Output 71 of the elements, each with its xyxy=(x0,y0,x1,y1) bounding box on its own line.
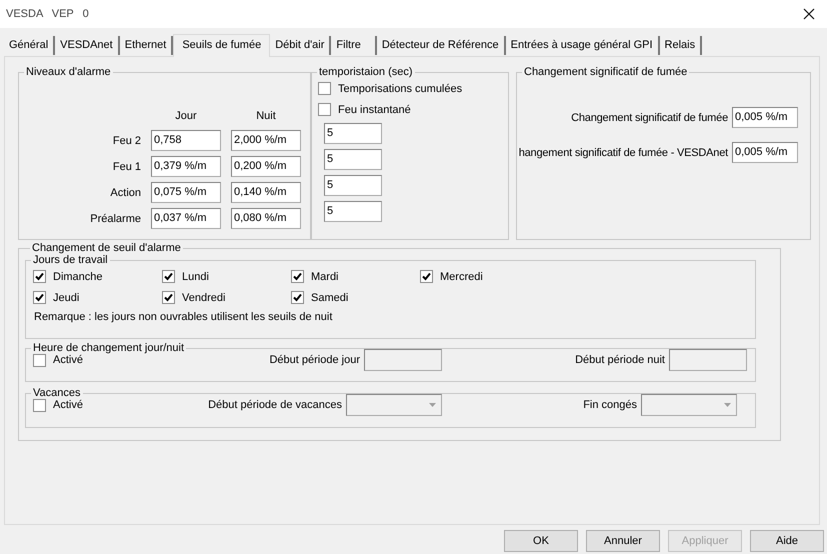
checkbox[interactable] xyxy=(291,291,304,304)
checkbox[interactable] xyxy=(291,270,304,283)
input-field[interactable]: 5 xyxy=(324,175,382,196)
checkbox[interactable] xyxy=(318,82,331,95)
group-title: Vacances xyxy=(32,387,82,399)
field-label: Feu 1 xyxy=(112,160,141,172)
input-field[interactable]: 0,037 %/m xyxy=(151,208,221,229)
checkbox-label: Activé xyxy=(53,354,83,366)
dialog-button[interactable]: OK xyxy=(504,530,578,552)
input-field[interactable]: 0,140 %/m xyxy=(231,182,301,203)
checkbox-label: Vendredi xyxy=(182,292,226,304)
tab[interactable]: Relais xyxy=(660,36,702,55)
group-title: Heure de changement jour/nuit xyxy=(32,342,186,354)
field-label: Début période de vacances xyxy=(208,399,342,411)
window-title: VESDA VEP 0 xyxy=(6,8,89,20)
checkbox-label: Temporisations cumulées xyxy=(338,82,462,94)
field-label: Début période nuit xyxy=(575,354,665,366)
field-label: Action xyxy=(109,186,141,198)
checkbox-label: Mardi xyxy=(311,270,339,282)
checkbox[interactable] xyxy=(162,291,175,304)
input-field[interactable]: 2,000 %/m xyxy=(231,130,301,151)
field-label: Préalarme xyxy=(89,212,141,224)
checkbox[interactable] xyxy=(420,270,433,283)
checkbox[interactable] xyxy=(33,270,46,283)
input-field[interactable]: 0,005 %/m xyxy=(732,107,798,128)
input-field[interactable]: 5 xyxy=(324,149,382,170)
checkbox[interactable] xyxy=(162,270,175,283)
group-title: temporistaion (sec) xyxy=(318,66,414,78)
group-title: Jours de travail xyxy=(32,254,109,266)
dialog-button[interactable]: Aide xyxy=(750,530,824,552)
field-label: Fin congés xyxy=(583,399,637,411)
input-field[interactable]: 0,005 %/m xyxy=(732,142,798,163)
checkbox-label: Feu instantané xyxy=(338,104,411,116)
group-title: Niveaux d'alarme xyxy=(25,66,112,78)
input-field[interactable]: 5 xyxy=(324,201,382,222)
checkbox-label: Dimanche xyxy=(53,270,103,282)
field-label: Feu 2 xyxy=(112,134,141,146)
input-field[interactable]: 0,200 %/m xyxy=(231,156,301,177)
checkbox-label: Samedi xyxy=(311,292,348,304)
input-field[interactable]: 0,379 %/m xyxy=(151,156,221,177)
checkbox-label: Mercredi xyxy=(440,270,483,282)
tab[interactable]: VESDAnet xyxy=(55,36,120,55)
tab[interactable]: Détecteur de Référence xyxy=(376,36,506,55)
group-title: Changement significatif de fumée xyxy=(523,66,688,78)
checkbox-label: Jeudi xyxy=(53,292,80,304)
tab[interactable]: Filtre xyxy=(331,36,377,55)
checkbox-label: Lundi xyxy=(182,270,209,282)
close-icon[interactable] xyxy=(803,8,815,20)
tab[interactable]: Seuils de fumée xyxy=(173,34,270,57)
checkbox-label: Activé xyxy=(53,399,83,411)
input-field[interactable]: 0,080 %/m xyxy=(231,208,301,229)
tab[interactable]: Entrées à usage général GPI xyxy=(506,36,660,55)
note-text: Remarque : les jours non ouvrables utilisent les seuils de nuit xyxy=(34,311,334,323)
input-field[interactable]: 0,075 %/m xyxy=(151,182,221,203)
column-header: Nuit xyxy=(255,110,277,122)
field-label: hangement significatif de fumée - VESDAnet xyxy=(518,146,728,158)
group-title: Changement de seuil d'alarme xyxy=(31,242,182,254)
input-field[interactable]: 0,758 xyxy=(151,130,221,151)
field-label: Changement significatif de fumée xyxy=(571,112,728,124)
column-header: Jour xyxy=(174,110,198,122)
tab[interactable]: Général xyxy=(4,36,56,55)
caret-icon xyxy=(724,403,731,407)
checkbox[interactable] xyxy=(33,291,46,304)
tab[interactable]: Débit d'air xyxy=(270,36,332,55)
field-label: Début période jour xyxy=(269,354,360,366)
caret-icon xyxy=(429,403,436,407)
dialog-button[interactable]: Annuler xyxy=(586,530,660,552)
checkbox[interactable] xyxy=(318,103,331,116)
checkbox[interactable] xyxy=(33,354,46,366)
input-field[interactable]: 5 xyxy=(324,123,382,144)
checkbox[interactable] xyxy=(33,398,46,412)
